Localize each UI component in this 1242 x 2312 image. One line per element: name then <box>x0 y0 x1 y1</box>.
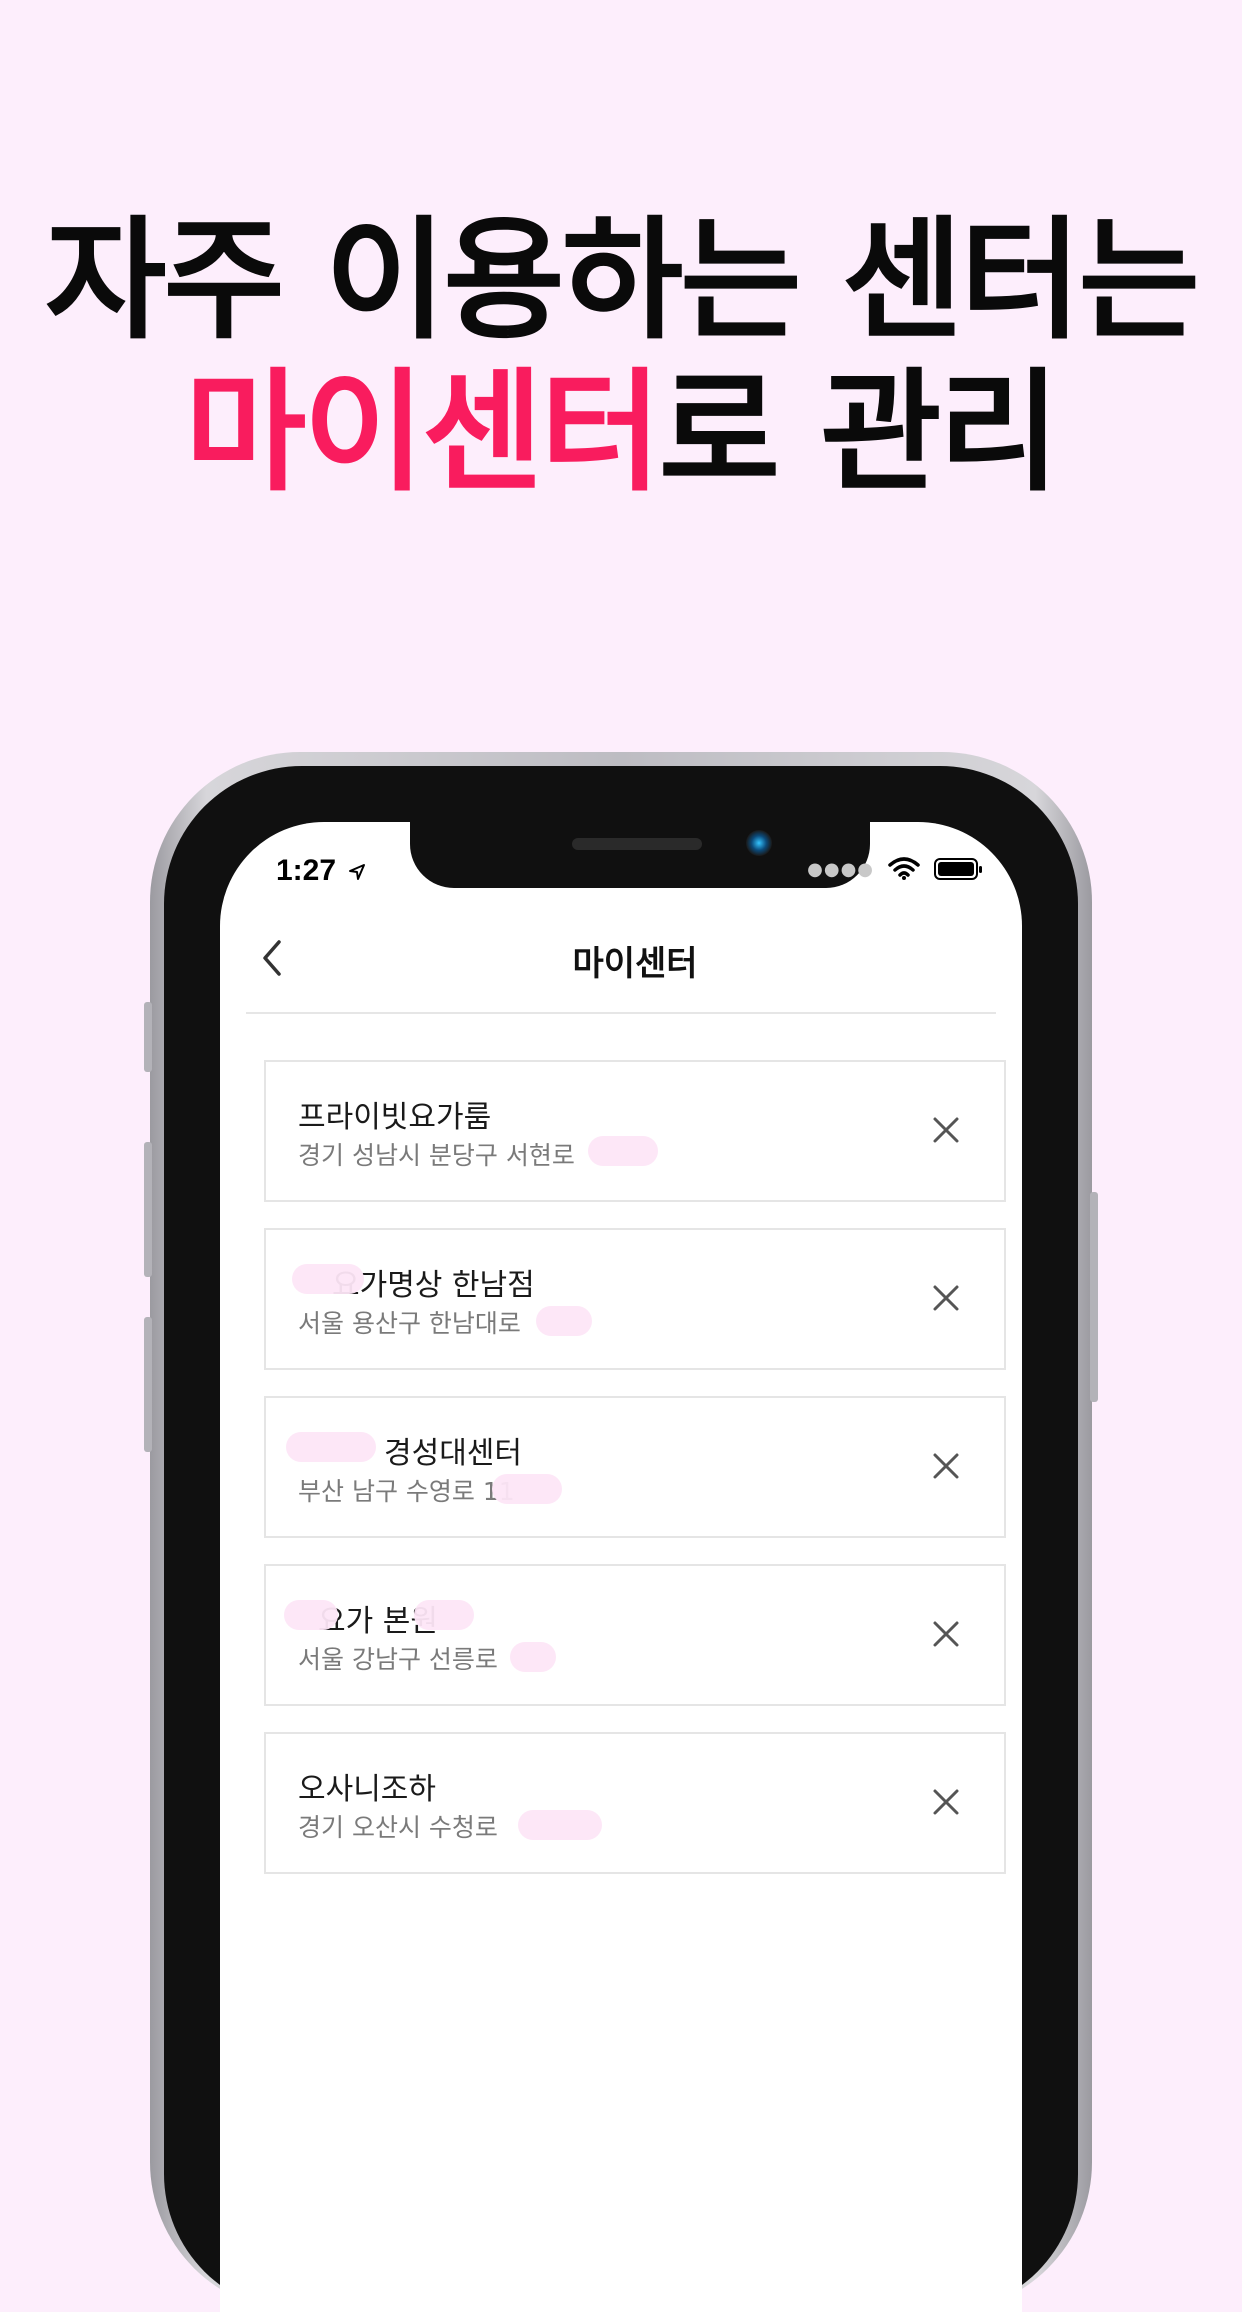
navigation-bar: 마이센터 <box>220 906 1022 1018</box>
center-card[interactable]: 요가명상 한남점 서울 용산구 한남대로 <box>264 1228 1006 1370</box>
headline-line2: 마이센터로 관리 <box>0 357 1242 509</box>
signal-icon: ●●●● <box>807 858 874 880</box>
center-name: 오사니조하 <box>298 1772 436 1807</box>
speaker-grille <box>572 838 702 850</box>
notch <box>410 822 870 888</box>
close-icon <box>933 1789 959 1815</box>
privacy-mask <box>492 1474 562 1504</box>
headline-line1: 자주 이용하는 센터는 <box>45 204 1200 358</box>
power-button <box>1090 1192 1098 1402</box>
privacy-mask <box>518 1810 602 1840</box>
nav-divider <box>246 1012 996 1014</box>
privacy-mask <box>292 1264 364 1294</box>
phone-bezel: 1:27 ●●●● 마이센터 프라이빗요가룸 경기 성남시 분당구 서현로 요가… <box>164 766 1078 2312</box>
volume-up-button <box>144 1142 152 1277</box>
center-address: 서울 용산구 한남대로 <box>298 1309 521 1338</box>
location-arrow-icon <box>349 864 366 881</box>
front-camera <box>746 830 772 856</box>
close-icon <box>933 1453 959 1479</box>
privacy-mask <box>536 1306 592 1336</box>
status-time: 1:27 <box>276 854 366 888</box>
remove-center-button[interactable] <box>924 1276 968 1320</box>
remove-center-button[interactable] <box>924 1780 968 1824</box>
privacy-mask <box>286 1432 376 1462</box>
close-icon <box>933 1621 959 1647</box>
center-card[interactable]: 오사니조하 경기 오산시 수청로 <box>264 1732 1006 1874</box>
mute-switch <box>144 1002 152 1072</box>
headline-accent: 마이센터 <box>184 356 662 510</box>
phone-frame: 1:27 ●●●● 마이센터 프라이빗요가룸 경기 성남시 분당구 서현로 요가… <box>144 752 1098 2312</box>
privacy-mask <box>414 1600 474 1630</box>
center-name: 프라이빗요가룸 <box>298 1100 492 1135</box>
wifi-icon <box>888 857 920 880</box>
center-card[interactable]: 요가 본원 서울 강남구 선릉로 <box>264 1564 1006 1706</box>
page-title: 마이센터 <box>572 944 698 984</box>
center-address: 서울 강남구 선릉로 <box>298 1645 498 1674</box>
center-address: 경기 오산시 수청로 <box>298 1813 498 1842</box>
center-list: 프라이빗요가룸 경기 성남시 분당구 서현로 요가명상 한남점 서울 용산구 한… <box>264 1060 1006 1900</box>
volume-down-button <box>144 1317 152 1452</box>
privacy-mask <box>510 1642 556 1672</box>
center-name: 경성대센터 <box>384 1436 522 1471</box>
status-indicators: ●●●● <box>807 854 984 884</box>
headline-line2-rest: 로 관리 <box>658 356 1060 510</box>
center-address: 경기 성남시 분당구 서현로 <box>298 1141 575 1170</box>
remove-center-button[interactable] <box>924 1108 968 1152</box>
remove-center-button[interactable] <box>924 1444 968 1488</box>
battery-icon <box>934 858 982 880</box>
phone-screen: 1:27 ●●●● 마이센터 프라이빗요가룸 경기 성남시 분당구 서현로 요가… <box>220 822 1022 2312</box>
close-icon <box>933 1117 959 1143</box>
headline: 자주 이용하는 센터는 마이센터로 관리 <box>0 205 1242 509</box>
privacy-mask <box>284 1600 338 1630</box>
privacy-mask <box>588 1136 658 1166</box>
center-card[interactable]: 경성대센터 부산 남구 수영로 11 <box>264 1396 1006 1538</box>
center-card[interactable]: 프라이빗요가룸 경기 성남시 분당구 서현로 <box>264 1060 1006 1202</box>
center-address: 부산 남구 수영로 11 <box>298 1477 515 1506</box>
close-icon <box>933 1285 959 1311</box>
remove-center-button[interactable] <box>924 1612 968 1656</box>
